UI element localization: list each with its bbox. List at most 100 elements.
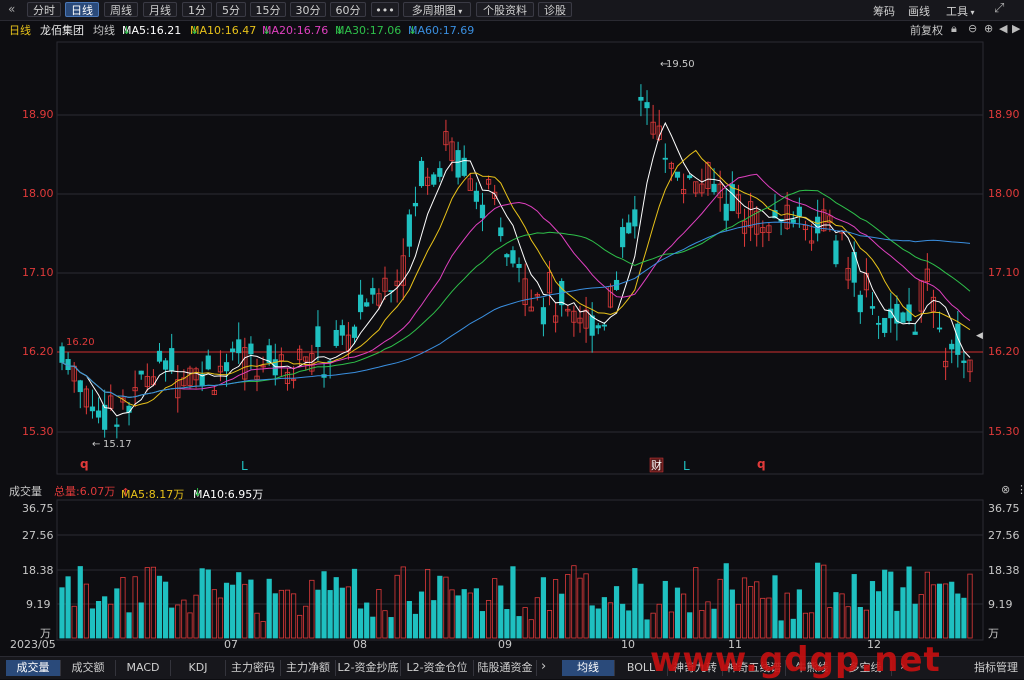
volume-bar [187,612,193,639]
volume-bar [278,589,284,639]
fullscreen-icon[interactable]: ⤢ [994,1,1004,16]
tab-1min[interactable]: 1分 [182,2,212,17]
volume-bar [418,591,425,639]
volume-bar [821,564,827,639]
volume-bar [400,566,406,639]
volume-bar [266,578,272,639]
tab-turnover[interactable]: 成交额 [61,660,116,676]
volume-bar [358,608,364,639]
volume-bar [351,568,358,639]
y-tick-right: 16.20 [988,345,1020,358]
volume-bar [199,568,205,639]
volume-bar [406,601,412,639]
volume-bar [711,608,717,639]
volume-bar [967,573,973,639]
volume-bar [473,588,479,639]
volume-bar [290,593,297,639]
volume-bar [248,579,254,639]
volume-bar [522,607,528,639]
volume-bar [559,593,565,639]
volume-bar [815,562,821,639]
adjust-dropdown[interactable]: 前复权 [910,22,943,38]
tab-30min[interactable]: 30分 [290,2,326,17]
volume-bar [674,587,681,639]
left-circle-icon[interactable]: ◀ [999,22,1007,35]
tab-hk-connect[interactable]: 陆股通资金 [474,660,537,676]
tab-monthly[interactable]: 月线 [143,2,177,17]
volume-bar [705,601,711,639]
volume-bar [827,607,833,639]
tab-volume[interactable]: 成交量 [6,660,61,676]
tools-button[interactable]: 工具 ▾ [946,3,975,19]
volume-bar [620,603,626,639]
draw-line-button[interactable]: 画线 [908,3,930,19]
chevron-right-icon[interactable]: › [541,659,546,674]
multi-period-button[interactable]: 多周期图 ▾ [403,2,471,17]
y-tick-left: 15.30 [22,425,54,438]
volume-bar [534,597,540,639]
volume-bar [729,589,735,639]
tab-weekly[interactable]: 周线 [104,2,138,17]
volume-bar [583,573,589,639]
stock-name: 龙佰集团 [40,24,84,37]
vol-unit-right: 万 [988,627,999,640]
volume-bar [461,589,467,639]
tab-main-code[interactable]: 主力密码 [226,660,281,676]
tab-l2-position[interactable]: L2-资金仓位 [401,660,474,676]
volume-bar [772,575,778,639]
volume-bar [906,566,912,639]
lock-icon[interactable]: 🔒︎ [951,22,957,36]
diagnose-button[interactable]: 诊股 [538,2,572,17]
volume-bar [437,575,443,639]
volume-bar [327,590,333,639]
double-left-chevron-icon[interactable]: « [8,2,15,16]
x-label: 2023/05 [10,638,56,651]
volume-bar [169,607,175,639]
volume-bar [315,589,321,639]
volume-bar [802,612,809,639]
tab-macd[interactable]: MACD [116,660,171,676]
y-tick-right: 18.00 [988,187,1020,200]
volume-bar [650,612,656,639]
tab-fenshi[interactable]: 分时 [27,2,61,17]
volume-bar [754,581,760,639]
volume-bar [778,620,784,639]
tab-main-net[interactable]: 主力净额 [281,660,336,676]
volume-bar [211,589,217,639]
tab-5min[interactable]: 5分 [216,2,246,17]
volume-bar [882,569,888,639]
volume-bar [680,593,687,639]
tab-l2-bottom[interactable]: L2-资金抄底 [336,660,401,676]
tab-daily[interactable]: 日线 [65,2,99,17]
more-button[interactable]: ••• [371,2,399,17]
volume-bar [565,574,571,639]
minus-circle-icon[interactable]: ⊖ [968,22,977,35]
volume-bar [717,578,723,639]
y-tick-right: 15.30 [988,425,1020,438]
tab-15min[interactable]: 15分 [250,2,286,17]
down-arrow-icon: ↓ [190,24,200,37]
tab-ma[interactable]: 均线 [562,660,615,676]
volume-bar [687,612,693,639]
volume-bar [339,587,345,639]
volume-bar [236,572,242,639]
plus-circle-icon[interactable]: ⊕ [984,22,993,35]
volume-bar [242,583,248,639]
volume-bar [577,577,583,639]
chips-button[interactable]: 筹码 [873,3,895,19]
tab-60min[interactable]: 60分 [330,2,366,17]
volume-title: 成交量 [9,485,42,498]
right-circle-icon[interactable]: ▶ [1012,22,1020,35]
volume-bar [443,576,449,639]
volume-bar [156,575,163,639]
tab-indicator-manage[interactable]: 指标管理 [970,660,1022,676]
y-tick-left: 17.10 [22,266,54,279]
vol-tick-left: 27.56 [22,529,54,542]
close-panel-icon[interactable]: ⊗ [1001,483,1010,496]
tab-kdj[interactable]: KDJ [171,660,226,676]
volume-bar [510,566,516,639]
stock-info-button[interactable]: 个股资料 [476,2,534,17]
ma-label[interactable]: 均线 [93,22,115,38]
kline-panel[interactable]: 18.90 18.00 17.10 16.20 15.30 18.90 18.0… [0,38,1024,478]
more-options-icon[interactable]: ⋮ [1016,483,1024,496]
